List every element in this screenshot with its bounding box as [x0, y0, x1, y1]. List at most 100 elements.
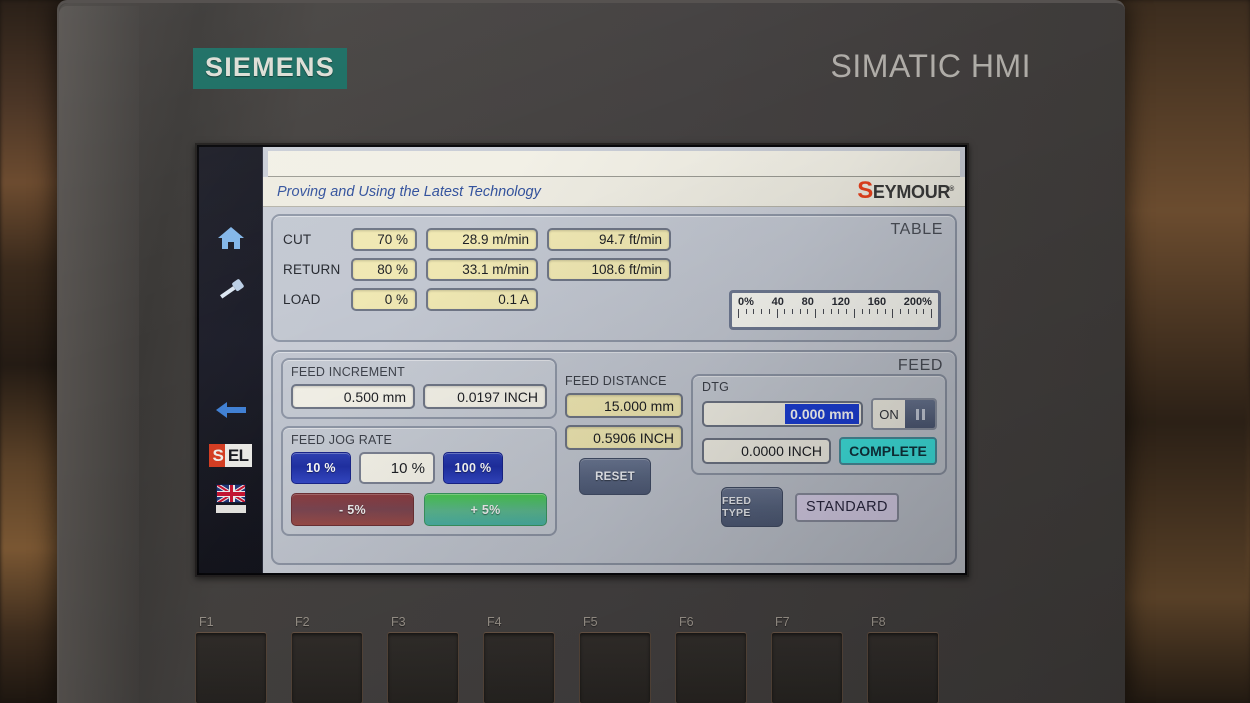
function-key-f2-label: F2	[295, 615, 310, 629]
function-key-f3[interactable]: F3	[387, 615, 473, 703]
jog-rate-display[interactable]: 10 %	[359, 452, 435, 484]
function-key-f7-label: F7	[775, 615, 790, 629]
cut-imperial-field[interactable]: 94.7 ft/min	[547, 227, 671, 251]
jog-rate-min-button[interactable]: 10 %	[291, 452, 351, 484]
jog-rate-max-button[interactable]: 100 %	[443, 452, 503, 484]
function-key-f2-button[interactable]	[291, 632, 363, 703]
function-key-f6-button[interactable]	[675, 632, 747, 703]
load-percent-field[interactable]: 0 %	[351, 287, 417, 311]
registered-mark: ®	[949, 186, 954, 193]
function-key-f4-button[interactable]	[483, 632, 555, 703]
function-key-f8-label: F8	[871, 615, 886, 629]
feed-increment-mm-field[interactable]: 0.500 mm	[291, 384, 415, 409]
feed-type-value[interactable]: STANDARD	[795, 492, 899, 522]
function-key-f3-label: F3	[391, 615, 406, 629]
dtg-status-badge: COMPLETE	[839, 437, 937, 465]
row-label-load: LOAD	[283, 291, 321, 307]
back-arrow-icon[interactable]	[211, 395, 251, 425]
dtg-group: DTG 0.000 mm ON 0.0000 INCH COMPLETE	[691, 374, 947, 475]
cut-metric-field[interactable]: 28.9 m/min	[426, 227, 538, 251]
return-imperial-field[interactable]: 108.6 ft/min	[547, 257, 671, 281]
function-key-f8[interactable]: F8	[867, 615, 953, 703]
dtg-mm-value: 0.000 mm	[785, 404, 859, 424]
function-key-row: F1 F2 F3 F4 F5 F6 F7 F8	[195, 615, 985, 703]
function-key-f5-button[interactable]	[579, 632, 651, 703]
function-key-f6[interactable]: F6	[675, 615, 761, 703]
row-label-cut: CUT	[283, 231, 312, 247]
feed-distance-group: FEED DISTANCE 15.000 mm 0.5906 INCH RESE…	[565, 358, 683, 557]
feed-jog-rate-group: FEED JOG RATE 10 % 10 % 100 % - 5% + 5%	[281, 426, 557, 536]
table-row: RETURN 80 % 33.1 m/min 108.6 ft/min	[283, 254, 945, 284]
dtg-toggle-switch[interactable]: ON	[871, 398, 937, 430]
return-percent-field[interactable]: 80 %	[351, 257, 417, 281]
function-key-f5[interactable]: F5	[579, 615, 665, 703]
table-section-caption: TABLE	[890, 221, 943, 238]
hmi-device-panel: SIEMENS SIMATIC HMI S EL Proving and Usi…	[57, 0, 1125, 703]
load-gauge: 0% 40 80 120 160 200%	[729, 290, 941, 330]
function-key-f4-label: F4	[487, 615, 502, 629]
sel-logo[interactable]: S EL	[209, 439, 252, 471]
dtg-title: DTG	[702, 380, 729, 394]
dtg-toggle-label: ON	[873, 400, 905, 428]
row-label-return: RETURN	[283, 261, 341, 277]
return-metric-field[interactable]: 33.1 m/min	[426, 257, 538, 281]
function-key-f8-button[interactable]	[867, 632, 939, 703]
gauge-tick-5: 200%	[903, 296, 932, 308]
function-key-f3-button[interactable]	[387, 632, 459, 703]
app-header: Proving and Using the Latest Technology …	[263, 177, 965, 207]
feed-type-button[interactable]: FEED TYPE	[721, 487, 783, 527]
load-current-field[interactable]: 0.1 A	[426, 287, 538, 311]
table-section: TABLE CUT 70 % 28.9 m/min 94.7 ft/min RE…	[271, 214, 957, 342]
gauge-tick-labels: 0% 40 80 120 160 200%	[738, 296, 932, 308]
feed-increment-title: FEED INCREMENT	[291, 365, 405, 379]
uk-flag-icon[interactable]	[211, 481, 251, 515]
dtg-inch-field[interactable]: 0.0000 INCH	[702, 438, 831, 464]
function-key-f7-button[interactable]	[771, 632, 843, 703]
cut-percent-field[interactable]: 70 %	[351, 227, 417, 251]
function-key-f4[interactable]: F4	[483, 615, 569, 703]
feed-distance-inch-field[interactable]: 0.5906 INCH	[565, 425, 683, 450]
jog-rate-increment-button[interactable]: + 5%	[424, 493, 547, 526]
reset-button[interactable]: RESET	[579, 458, 651, 495]
seymour-logo: S EYMOUR ®	[857, 177, 955, 204]
seymour-logo-initial: S	[857, 177, 873, 204]
app-title-bar	[268, 151, 960, 177]
function-key-f1[interactable]: F1	[195, 615, 281, 703]
feed-distance-title: FEED DISTANCE	[565, 374, 667, 388]
tool-icon[interactable]	[211, 275, 251, 305]
language-plate	[215, 504, 246, 513]
function-key-f1-button[interactable]	[195, 632, 267, 703]
function-key-f2[interactable]: F2	[291, 615, 377, 703]
sel-logo-s: S	[209, 443, 225, 467]
sel-logo-el: EL	[224, 443, 252, 467]
feed-section: FEED FEED INCREMENT 0.500 mm 0.0197 INCH	[271, 350, 957, 565]
feed-distance-mm-field[interactable]: 15.000 mm	[565, 393, 683, 418]
feed-increment-inch-field[interactable]: 0.0197 INCH	[423, 384, 547, 409]
home-icon[interactable]	[211, 223, 251, 253]
app-content: TABLE CUT 70 % 28.9 m/min 94.7 ft/min RE…	[263, 207, 965, 573]
function-key-f5-label: F5	[583, 615, 598, 629]
device-brand-row: SIEMENS SIMATIC HMI	[59, 31, 1127, 101]
hmi-application: Proving and Using the Latest Technology …	[263, 147, 965, 573]
function-key-f6-label: F6	[679, 615, 694, 629]
hmi-screen-frame: S EL Proving and Using the Latest Techno	[195, 143, 969, 577]
function-key-f1-label: F1	[199, 615, 214, 629]
gauge-tick-3: 120	[831, 296, 850, 308]
gauge-tick-2: 80	[801, 296, 814, 308]
feed-increment-group: FEED INCREMENT 0.500 mm 0.0197 INCH	[281, 358, 557, 419]
device-bezel-left	[59, 6, 139, 703]
gauge-tick-1: 40	[771, 296, 784, 308]
dtg-mm-field[interactable]: 0.000 mm	[702, 401, 863, 427]
jog-rate-decrement-button[interactable]: - 5%	[291, 493, 414, 526]
function-key-f7[interactable]: F7	[771, 615, 857, 703]
seymour-logo-text: EYMOUR	[872, 182, 951, 202]
gauge-tick-marks	[738, 309, 932, 319]
siemens-logo: SIEMENS	[193, 48, 347, 89]
gauge-tick-4: 160	[867, 296, 887, 308]
table-row: CUT 70 % 28.9 m/min 94.7 ft/min	[283, 224, 945, 254]
gauge-tick-0: 0%	[738, 296, 754, 308]
simatic-hmi-label: SIMATIC HMI	[830, 48, 1031, 84]
hmi-screen[interactable]: S EL Proving and Using the Latest Techno	[199, 147, 965, 573]
tagline: Proving and Using the Latest Technology	[277, 183, 541, 200]
feed-jog-rate-title: FEED JOG RATE	[291, 433, 392, 447]
